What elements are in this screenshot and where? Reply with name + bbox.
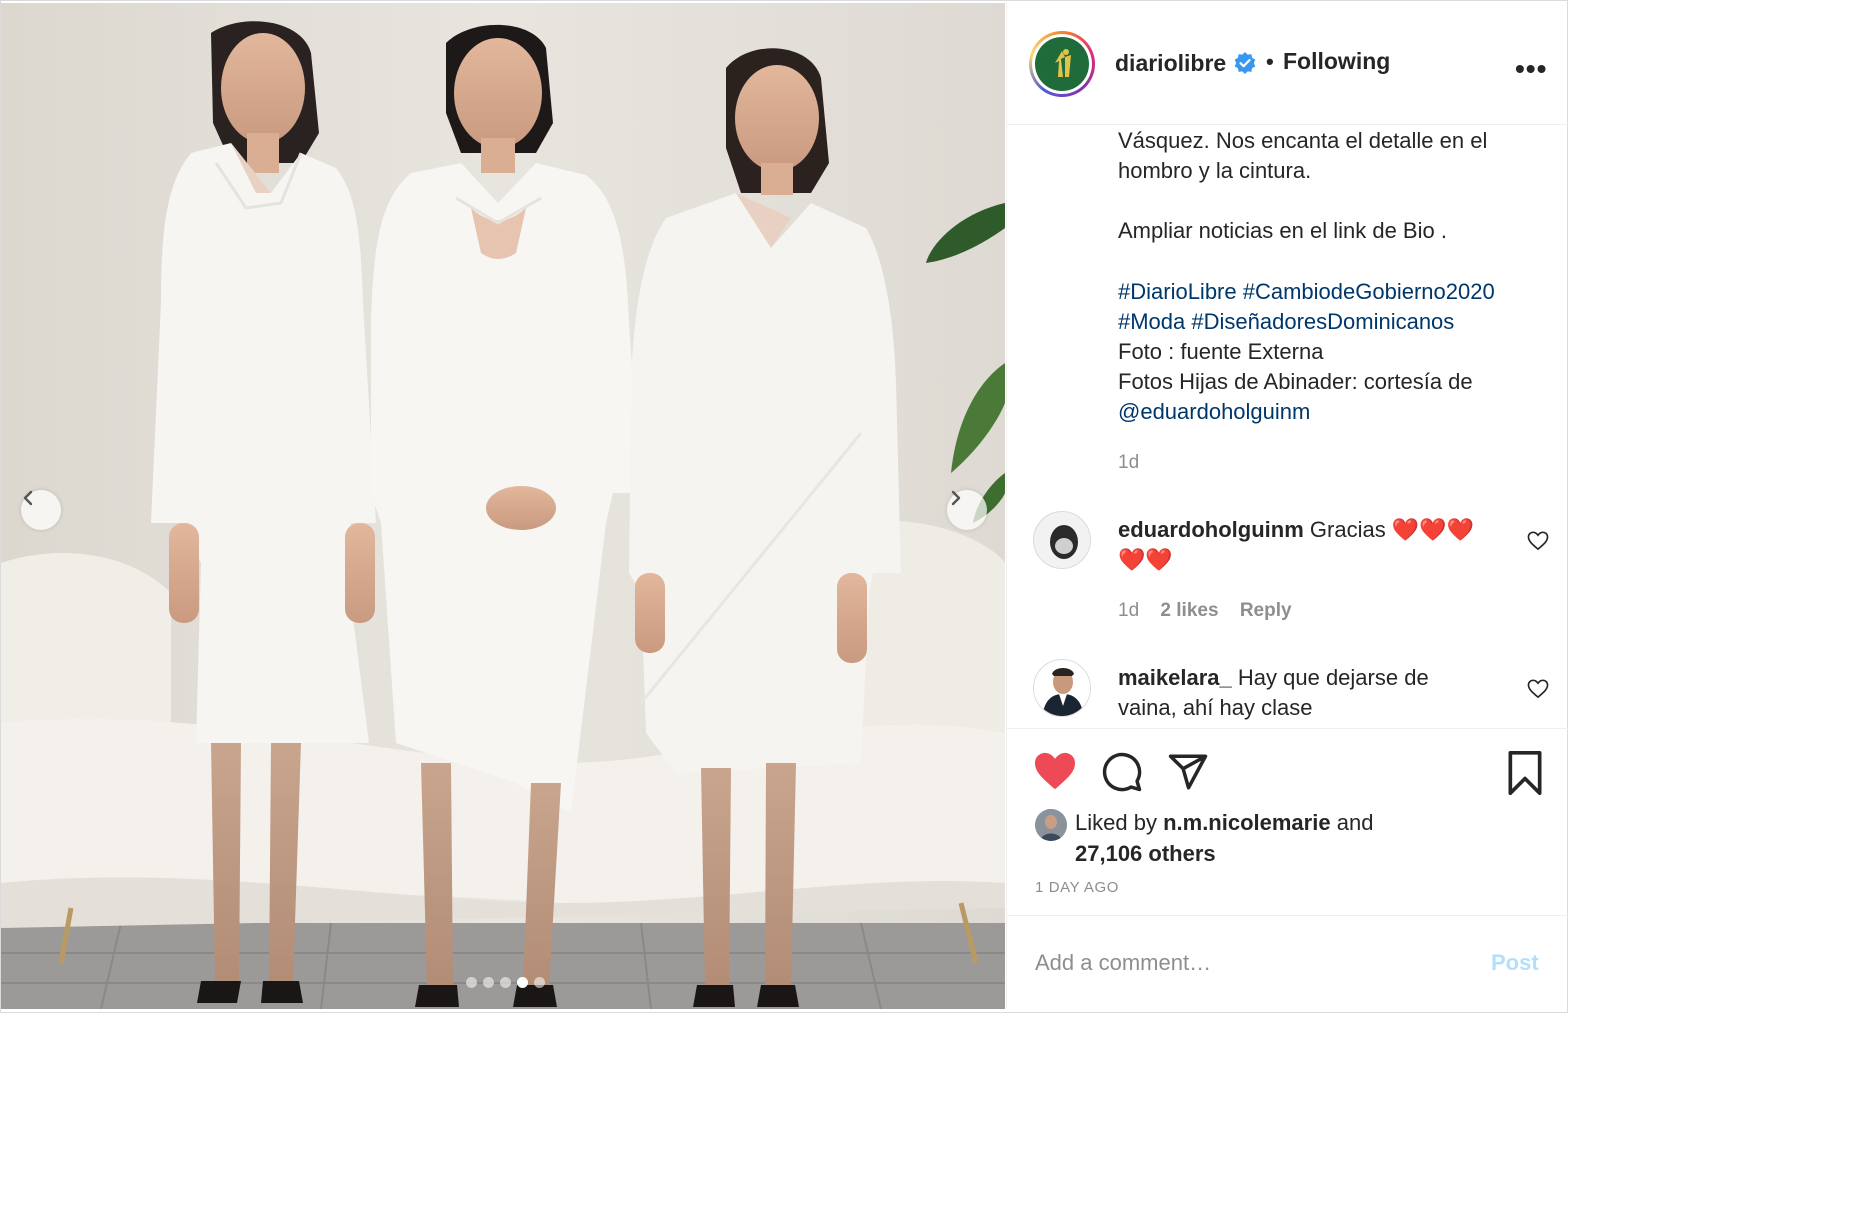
like-comment-heart-icon[interactable] [1527, 679, 1549, 699]
post-comment-button[interactable]: Post [1491, 950, 1539, 976]
caption-text: Vásquez. Nos encanta el detalle en el [1118, 128, 1488, 153]
liked-heart-icon[interactable] [1033, 751, 1077, 791]
comment-avatar[interactable] [1033, 659, 1091, 717]
caption-text: Foto : fuente Externa [1118, 339, 1324, 364]
caption-time: 1d [1118, 452, 1140, 473]
more-options-button[interactable]: ••• [1515, 53, 1547, 85]
caption-hashtags[interactable]: #Moda #DiseñadoresDominicanos [1118, 307, 1454, 337]
add-comment-input[interactable] [1035, 950, 1465, 976]
follow-separator: • [1266, 49, 1274, 74]
add-comment-bar: Post [1007, 915, 1568, 1009]
comment-text: Gracias [1309, 517, 1386, 542]
chevron-left-icon [23, 490, 33, 506]
photo-illustration [1, 3, 1005, 1009]
comment-emoji: ❤️❤️ [1118, 547, 1173, 572]
caption-text: Ampliar noticias en el link de Bio . [1118, 218, 1447, 243]
verified-badge-icon [1234, 52, 1256, 74]
next-slide-button[interactable] [947, 490, 987, 530]
comment-meta: 1d 2 likes Reply [1118, 600, 1308, 622]
comment-username[interactable]: maikelara_ [1118, 665, 1232, 690]
liker-avatar[interactable] [1035, 809, 1067, 841]
liked-by-user[interactable]: n.m.nicolemarie [1163, 810, 1331, 835]
previous-slide-button[interactable] [21, 490, 61, 530]
liked-by-and: and [1336, 810, 1374, 835]
carousel-dot [466, 977, 477, 988]
profile-avatar[interactable] [1029, 31, 1095, 97]
post-actions: Liked by n.m.nicolemarie and 27,106 othe… [1007, 728, 1568, 918]
comment-emoji: ❤️❤️❤️ [1391, 517, 1474, 542]
caption-hashtags[interactable]: #DiarioLibre #CambiodeGobierno2020 [1118, 277, 1495, 307]
save-bookmark-icon[interactable] [1505, 751, 1545, 795]
comment-reply-button[interactable]: Reply [1240, 600, 1292, 621]
liked-by-prefix: Liked by [1075, 810, 1157, 835]
liked-by-text: Liked by n.m.nicolemarie and 27,106 othe… [1075, 807, 1545, 869]
comment-likes[interactable]: 2 likes [1160, 600, 1218, 621]
chevron-right-icon [951, 490, 961, 506]
comment-body: eduardoholguinm Gracias ❤️❤️❤️ [1118, 515, 1474, 545]
diariolibre-logo-icon [1035, 37, 1089, 91]
comments-section[interactable]: Vásquez. Nos encanta el detalle en el ho… [1007, 126, 1568, 728]
likes-count[interactable]: 27,106 others [1075, 841, 1216, 866]
following-button[interactable]: Following [1283, 48, 1390, 75]
post-side-panel: diariolibre • Following ••• Vásquez. Nos… [1006, 3, 1568, 1009]
comment-username[interactable]: eduardoholguinm [1118, 517, 1304, 542]
comment-time: 1d [1118, 600, 1140, 621]
carousel-dot-active [517, 977, 528, 988]
carousel-dot [500, 977, 511, 988]
share-icon[interactable] [1167, 751, 1209, 793]
carousel-indicator [466, 977, 545, 988]
comment-body: maikelara_ Hay que dejarse de [1118, 663, 1429, 693]
comment-avatar[interactable] [1033, 511, 1091, 569]
post-photo[interactable] [1, 3, 1005, 1009]
post-header: diariolibre • Following ••• [1007, 3, 1568, 125]
comment-text: Hay que dejarse de [1237, 665, 1429, 690]
caption-text: hombro y la cintura. [1118, 158, 1312, 183]
like-comment-heart-icon[interactable] [1527, 531, 1549, 551]
carousel-dot [483, 977, 494, 988]
post-timestamp[interactable]: 1 DAY AGO [1035, 879, 1119, 896]
caption-mention[interactable]: @eduardoholguinm [1118, 397, 1310, 427]
carousel-dot [534, 977, 545, 988]
post-username[interactable]: diariolibre [1115, 50, 1226, 77]
caption-text: Fotos Hijas de Abinader: cortesía de [1118, 369, 1473, 394]
comment-text: vaina, ahí hay clase [1118, 695, 1313, 720]
comment-icon[interactable] [1101, 751, 1143, 793]
